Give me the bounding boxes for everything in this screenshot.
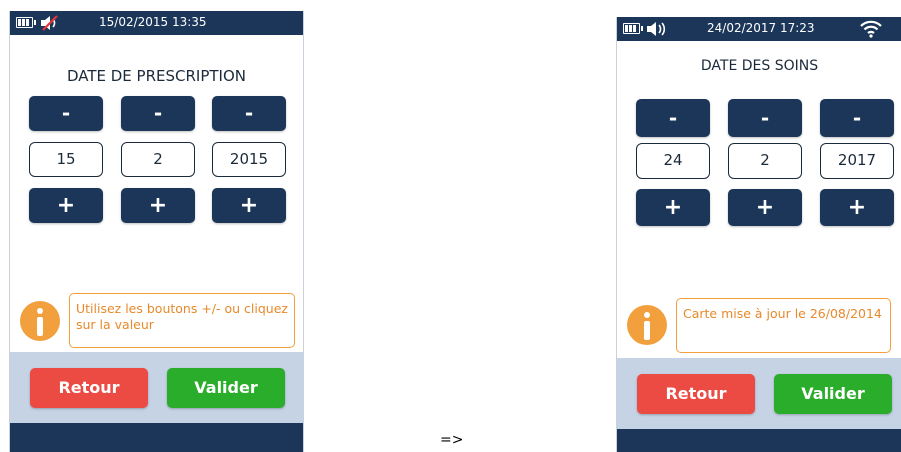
day-increment-button[interactable]: + (636, 189, 710, 226)
day-field[interactable]: 24 (636, 143, 710, 179)
validate-button[interactable]: Valider (774, 374, 892, 414)
month-increment-button[interactable]: + (121, 188, 195, 223)
year-field[interactable]: 2015 (212, 142, 286, 177)
info-icon (627, 305, 667, 345)
wifi-icon (860, 20, 882, 38)
speaker-muted-icon (41, 15, 58, 31)
day-increment-button[interactable]: + (29, 188, 103, 223)
battery-icon (623, 23, 643, 34)
year-increment-button[interactable]: + (212, 188, 286, 223)
transition-arrow: => (440, 432, 464, 448)
info-message: Carte mise à jour le 26/08/2014 (676, 298, 891, 353)
status-bar: 24/02/2017 17:23 (617, 17, 901, 41)
status-bar: 15/02/2015 13:35 (10, 11, 303, 35)
month-field[interactable]: 2 (728, 143, 802, 179)
speaker-icon (647, 22, 666, 36)
year-field[interactable]: 2017 (820, 143, 894, 179)
bottom-bar (617, 429, 901, 452)
month-decrement-button[interactable]: - (121, 96, 195, 131)
back-button[interactable]: Retour (637, 374, 755, 414)
day-field[interactable]: 15 (29, 142, 103, 177)
year-decrement-button[interactable]: - (212, 96, 286, 131)
year-decrement-button[interactable]: - (820, 99, 894, 137)
info-message: Utilisez les boutons +/- ou cliquez sur … (69, 293, 295, 348)
status-datetime: 15/02/2015 13:35 (99, 15, 207, 29)
year-increment-button[interactable]: + (820, 189, 894, 226)
validate-button[interactable]: Valider (167, 368, 285, 408)
month-increment-button[interactable]: + (728, 189, 802, 226)
status-datetime: 24/02/2017 17:23 (707, 21, 815, 35)
page-title: DATE DES SOINS (700, 58, 819, 74)
bottom-bar (10, 423, 303, 452)
back-button[interactable]: Retour (30, 368, 148, 408)
month-decrement-button[interactable]: - (728, 99, 802, 137)
info-icon (20, 301, 60, 341)
device-screen-care-date: 24/02/2017 17:23 DATE DES SOINS - - - 24… (616, 17, 901, 452)
month-field[interactable]: 2 (121, 142, 195, 177)
day-decrement-button[interactable]: - (29, 96, 103, 131)
battery-icon (16, 17, 36, 28)
device-screen-prescription: 15/02/2015 13:35 DATE DE PRESCRIPTION - … (9, 11, 304, 452)
day-decrement-button[interactable]: - (636, 99, 710, 137)
page-title: DATE DE PRESCRIPTION (66, 67, 247, 85)
